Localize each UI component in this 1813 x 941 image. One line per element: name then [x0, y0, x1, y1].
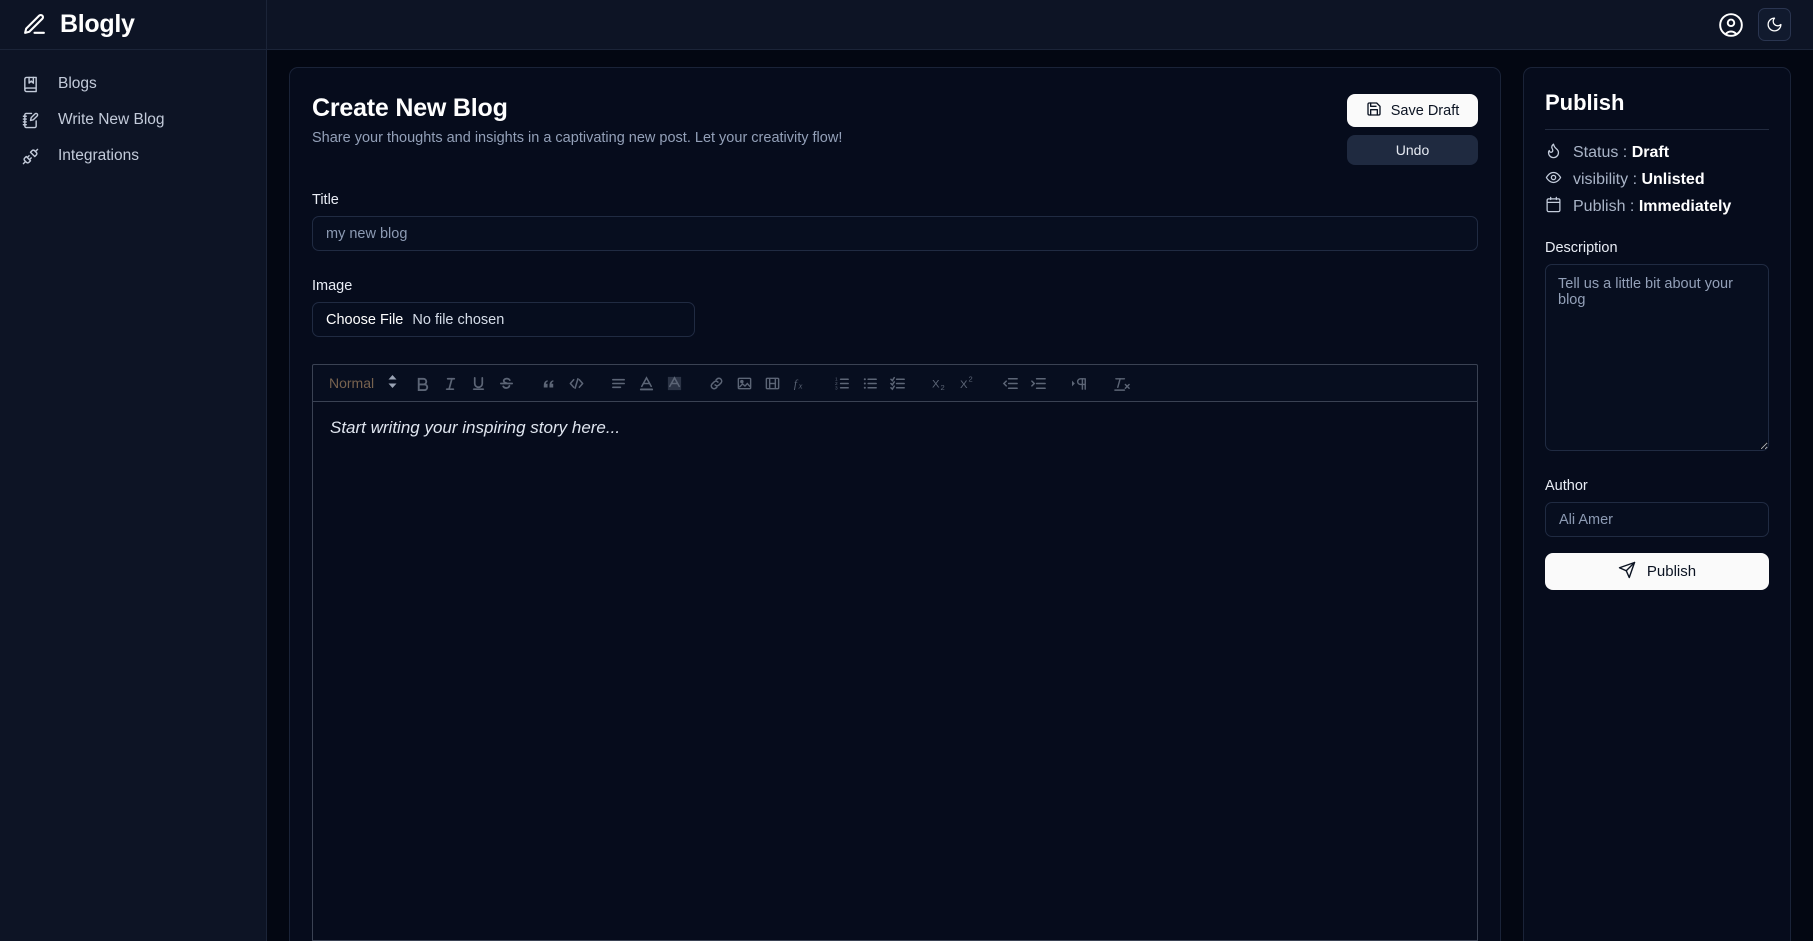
- sidebar-item-label: Write New Blog: [58, 111, 165, 128]
- chevron-updown-icon: [387, 374, 398, 392]
- unplug-icon: [22, 148, 39, 165]
- pen-line-icon: [22, 12, 47, 37]
- title-input[interactable]: [312, 216, 1478, 251]
- content-columns: Create New Blog Share your thoughts and …: [267, 50, 1813, 941]
- page-subtitle: Share your thoughts and insights in a ca…: [312, 130, 843, 146]
- visibility-text: visibility : Unlisted: [1573, 171, 1705, 188]
- topbar: [267, 0, 1813, 50]
- card-header-text: Create New Blog Share your thoughts and …: [312, 94, 842, 146]
- italic-button[interactable]: [436, 370, 464, 396]
- outdent-button[interactable]: [996, 370, 1024, 396]
- eye-icon: [1545, 169, 1562, 191]
- status-badge: Draft: [1631, 144, 1670, 161]
- sidebar-nav: Blogs Write New Blog Integrations: [0, 50, 266, 174]
- format-picker-dropdown[interactable]: Normal: [325, 374, 408, 392]
- text-color-button[interactable]: [632, 370, 660, 396]
- align-button[interactable]: [604, 370, 632, 396]
- format-picker-value: Normal: [329, 375, 375, 391]
- publish-panel: Publish Status : Draft visibility : Unli…: [1523, 67, 1791, 941]
- superscript-button[interactable]: X2: [954, 370, 982, 396]
- strike-button[interactable]: [492, 370, 520, 396]
- image-button[interactable]: [730, 370, 758, 396]
- formula-button[interactable]: fx: [786, 370, 814, 396]
- video-button[interactable]: [758, 370, 786, 396]
- sidebar-item-blogs[interactable]: Blogs: [0, 66, 266, 102]
- sidebar: Blogly Blogs Write New Blog Integrations: [0, 0, 267, 941]
- ordered-list-button[interactable]: 123: [828, 370, 856, 396]
- theme-toggle-button[interactable]: [1758, 8, 1791, 41]
- publish-button[interactable]: Publish: [1545, 553, 1769, 590]
- main-area: Create New Blog Share your thoughts and …: [267, 0, 1813, 941]
- page-title: Create New Blog: [312, 94, 508, 122]
- author-input[interactable]: [1545, 502, 1769, 537]
- svg-text:X: X: [960, 379, 968, 391]
- sidebar-item-label: Blogs: [58, 75, 97, 92]
- check-list-button[interactable]: [884, 370, 912, 396]
- bullet-list-button[interactable]: [856, 370, 884, 396]
- undo-button[interactable]: Undo: [1347, 135, 1478, 165]
- card-header: Create New Blog Share your thoughts and …: [312, 94, 1478, 165]
- bold-button[interactable]: [408, 370, 436, 396]
- flame-icon: [1545, 142, 1562, 164]
- link-button[interactable]: [702, 370, 730, 396]
- save-draft-button[interactable]: Save Draft: [1347, 94, 1478, 127]
- blockquote-button[interactable]: [534, 370, 562, 396]
- moon-icon: [1766, 16, 1783, 33]
- visibility-row[interactable]: visibility : Unlisted: [1545, 169, 1769, 191]
- choose-file-button[interactable]: Choose File: [326, 312, 403, 328]
- text-direction-button[interactable]: [1066, 370, 1094, 396]
- indent-button[interactable]: [1024, 370, 1052, 396]
- visibility-value: Unlisted: [1641, 171, 1705, 188]
- sidebar-item-label: Integrations: [58, 147, 139, 164]
- notebook-pen-icon: [22, 112, 39, 129]
- editor-content-area[interactable]: Start writing your inspiring story here.…: [312, 402, 1478, 941]
- circle-user-icon[interactable]: [1718, 12, 1744, 38]
- code-block-button[interactable]: [562, 370, 590, 396]
- underline-button[interactable]: [464, 370, 492, 396]
- status-row[interactable]: Status : Draft: [1545, 142, 1769, 164]
- send-icon: [1618, 561, 1636, 583]
- publish-date-text: Publish : Immediately: [1573, 198, 1732, 215]
- app-root: Blogly Blogs Write New Blog Integrations…: [0, 0, 1813, 941]
- svg-text:2: 2: [940, 383, 944, 392]
- divider: [1545, 129, 1769, 130]
- create-blog-card: Create New Blog Share your thoughts and …: [289, 67, 1501, 941]
- image-file-input[interactable]: Choose File No file chosen: [312, 302, 695, 337]
- publish-panel-title: Publish: [1545, 90, 1625, 115]
- publish-button-label: Publish: [1646, 563, 1697, 580]
- save-draft-label: Save Draft: [1390, 102, 1460, 119]
- publish-date-value: Immediately: [1638, 198, 1732, 215]
- save-icon: [1366, 101, 1382, 121]
- svg-text:x: x: [797, 380, 802, 390]
- publish-date-row[interactable]: Publish : Immediately: [1545, 196, 1769, 218]
- brand-name: Blogly: [60, 10, 135, 38]
- description-textarea[interactable]: [1545, 264, 1769, 451]
- file-status-text: No file chosen: [412, 311, 505, 328]
- brand[interactable]: Blogly: [0, 0, 266, 50]
- background-color-button[interactable]: [660, 370, 688, 396]
- header-actions: Save Draft Undo: [1347, 94, 1478, 165]
- description-label: Description: [1545, 240, 1618, 256]
- svg-text:2: 2: [968, 375, 972, 384]
- rich-text-editor: Normal f x 1 2 3 X 2 X 2 Start writing y…: [312, 364, 1478, 941]
- editor-toolbar: Normal f x 1 2 3 X 2 X 2: [312, 364, 1478, 402]
- clear-format-button[interactable]: [1108, 370, 1136, 396]
- svg-text:X: X: [932, 378, 940, 390]
- author-label: Author: [1545, 478, 1588, 494]
- calendar-icon: [1545, 196, 1562, 218]
- editor-placeholder: Start writing your inspiring story here.…: [330, 418, 621, 437]
- subscript-button[interactable]: X2: [926, 370, 954, 396]
- status-text: Status : Draft: [1573, 144, 1670, 161]
- sidebar-item-write-new-blog[interactable]: Write New Blog: [0, 102, 266, 138]
- svg-text:3: 3: [835, 385, 838, 391]
- sidebar-item-integrations[interactable]: Integrations: [0, 138, 266, 174]
- title-label: Title: [312, 192, 339, 208]
- book-marked-icon: [22, 76, 39, 93]
- image-label: Image: [312, 278, 353, 294]
